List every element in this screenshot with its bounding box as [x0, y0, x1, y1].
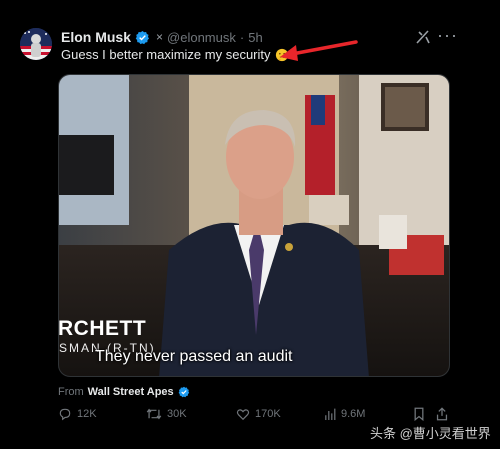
bookmark-icon — [414, 407, 424, 421]
x-mark-icon: × — [156, 30, 164, 44]
views-button[interactable]: 9.6M — [324, 406, 365, 422]
tweet-text-body: Guess I better maximize my security — [61, 47, 271, 62]
share-button[interactable] — [436, 406, 448, 422]
reply-button[interactable]: 12K — [58, 406, 97, 422]
repost-count: 30K — [167, 408, 187, 420]
repost-icon — [146, 408, 162, 420]
repost-button[interactable]: 30K — [146, 406, 187, 422]
like-count: 170K — [255, 408, 281, 420]
video-caption: They never passed an audit — [95, 348, 293, 365]
separator: · — [239, 29, 245, 45]
more-options-icon[interactable]: ··· — [437, 26, 458, 44]
watermark-text: 头条 @曹小灵看世界 — [370, 426, 491, 441]
verified-badge-icon — [178, 386, 189, 398]
tweet-text: Guess I better maximize my security — [61, 47, 289, 62]
reply-count: 12K — [77, 408, 97, 420]
lower-third-name: RCHETT — [58, 317, 147, 340]
source-prefix: From — [58, 386, 84, 398]
source-account-link[interactable]: Wall Street Apes — [88, 386, 174, 398]
media-source: From Wall Street Apes — [58, 386, 190, 398]
bookmark-button[interactable] — [413, 406, 425, 422]
red-arrow-annotation — [280, 40, 358, 61]
post-time[interactable]: 5h — [248, 30, 262, 45]
view-count: 9.6M — [341, 408, 366, 420]
heart-icon — [236, 409, 250, 421]
verified-badge-icon — [135, 30, 150, 44]
like-button[interactable]: 170K — [236, 406, 281, 422]
share-icon — [436, 407, 448, 421]
tweet-actions: 12K 30K 170K 9.6M — [58, 406, 450, 424]
video-player[interactable]: RCHETT SMAN (R-TN) They never passed an … — [58, 74, 450, 377]
reply-icon — [59, 408, 71, 421]
tweet: Elon Musk × @elonmusk · 5h ··· Guess I b… — [0, 0, 500, 449]
grok-icon[interactable] — [414, 28, 432, 46]
author-name[interactable]: Elon Musk — [61, 29, 131, 45]
author-handle[interactable]: @elonmusk — [167, 30, 236, 45]
views-chart-icon — [325, 408, 336, 420]
author-avatar[interactable] — [20, 28, 52, 60]
tweet-header: Elon Musk × @elonmusk · 5h — [61, 28, 263, 46]
